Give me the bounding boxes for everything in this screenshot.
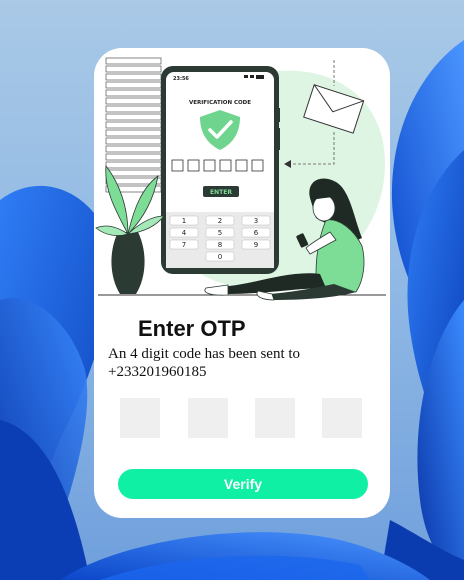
phone-key: 7 bbox=[182, 241, 186, 249]
otp-sent-message: An 4 digit code has been sent to +233201… bbox=[108, 346, 301, 380]
phone-screen-title: VERIFICATION CODE bbox=[189, 100, 251, 106]
phone-key: 4 bbox=[182, 229, 187, 237]
otp-digit-4-input[interactable] bbox=[322, 398, 362, 438]
otp-digit-2-input[interactable] bbox=[188, 398, 228, 438]
phone-enter-label: ENTER bbox=[210, 189, 232, 196]
phone-key: 0 bbox=[218, 253, 222, 261]
phone-key: 3 bbox=[254, 217, 258, 225]
phone-illustration: 23:56 VERIFICATION CODE ENTER 1 2 3 4 5 … bbox=[161, 66, 280, 274]
phone-key: 1 bbox=[182, 217, 186, 225]
phone-key: 6 bbox=[254, 229, 259, 237]
otp-digit-1-input[interactable] bbox=[120, 398, 160, 438]
phone-status-time: 23:56 bbox=[173, 76, 189, 82]
plant-icon bbox=[95, 164, 165, 294]
verify-button[interactable]: Verify bbox=[118, 469, 368, 499]
phone-key: 2 bbox=[218, 217, 222, 225]
otp-card: 23:56 VERIFICATION CODE ENTER 1 2 3 4 5 … bbox=[94, 48, 390, 518]
decorative-stripes bbox=[105, 57, 162, 193]
otp-illustration: 23:56 VERIFICATION CODE ENTER 1 2 3 4 5 … bbox=[95, 57, 386, 301]
otp-digit-3-input[interactable] bbox=[255, 398, 295, 438]
phone-key: 5 bbox=[218, 229, 222, 237]
otp-input-group bbox=[120, 398, 366, 438]
phone-key: 8 bbox=[218, 241, 222, 249]
phone-key: 9 bbox=[254, 241, 258, 249]
page-title: Enter OTP bbox=[138, 316, 246, 341]
